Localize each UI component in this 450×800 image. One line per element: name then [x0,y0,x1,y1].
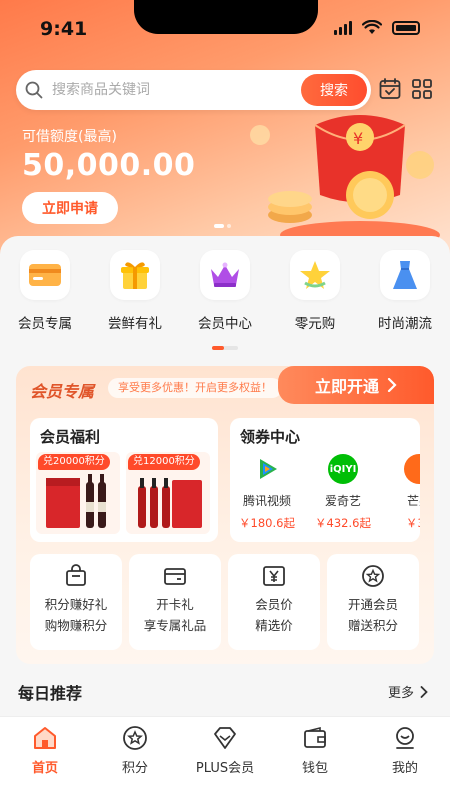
tab-plus-member[interactable]: PLUS会员 [180,717,270,800]
category-label: 会员专属 [18,316,72,332]
daily-more-link[interactable]: 更多 [388,682,428,701]
gift-box-icon [110,250,160,300]
battery-icon [392,20,420,35]
coupon-name: 腾讯视频 [242,494,291,508]
status-time: 9:41 [40,18,88,40]
category-row: 会员专属 尝鲜有礼 会员中心 零元购 时尚潮流 [0,250,450,340]
points-tag: 兑20000积分 [38,454,110,470]
more-label: 更多 [387,686,414,701]
category-fashion[interactable]: 时尚潮流 [360,250,450,340]
tab-profile[interactable]: 我的 [360,717,450,800]
welfare-item[interactable]: 兑12000积分 [126,452,210,534]
iqiyi-icon: iQIYI [328,454,358,484]
star-icon [290,250,340,300]
coupon-name: 芒果 [406,494,420,508]
category-member-exclusive[interactable]: 会员专属 [0,250,90,340]
benefit-line1: 积分赚好礼 [44,597,108,612]
tab-home[interactable]: 首页 [0,717,90,800]
welfare-title: 会员福利 [40,428,101,446]
benefit-line1: 开卡礼 [156,597,194,612]
benefit-line2: 享专属礼品 [143,618,207,633]
content-sheet: 会员专属 尝鲜有礼 会员中心 零元购 时尚潮流 会员专属 享受更多优惠！开启更多… [0,236,450,716]
member-section-title: 会员专属 [30,382,95,401]
apply-now-button[interactable]: 立即申请 [22,192,118,224]
category-label: 会员中心 [198,316,252,332]
category-try-new[interactable]: 尝鲜有礼 [90,250,180,340]
daily-recommend-title: 每日推荐 [18,684,83,703]
device-notch [134,0,318,34]
dress-icon [380,250,430,300]
benefit-line2: 精选价 [255,618,293,633]
hero-banner: 9:41 搜索 可借额度(最高) 50,000.00 立即申请 [0,0,450,270]
crown-icon [200,250,250,300]
category-member-center[interactable]: 会员中心 [180,250,270,340]
benefit-points-gift[interactable]: 积分赚好礼 购物赚积分 [30,554,122,650]
tab-label: 钱包 [301,761,328,776]
points-icon [123,726,147,750]
benefit-line2: 赠送积分 [347,618,398,633]
coupon-item[interactable]: iQIYI 爱奇艺 ￥432.6起 [308,454,378,531]
benefit-line1: 开通会员 [347,597,398,612]
yen-icon [263,566,285,586]
open-membership-button[interactable]: 立即开通 [278,366,434,404]
open-membership-label: 立即开通 [314,377,379,396]
card-icon [164,568,186,585]
benefit-line1: 会员价 [255,597,293,612]
coupon-item[interactable]: 腾讯视频 ￥180.6起 [232,454,302,531]
tencent-video-icon [252,454,282,484]
credit-amount: 50,000.00 [22,148,196,183]
category-scroll-indicator [212,346,238,350]
coupon-price: ￥432.6起 [315,516,371,530]
status-icons [334,20,420,35]
wallet-icon [304,726,326,748]
member-exclusive-card: 会员专属 享受更多优惠！开启更多权益！ 立即开通 会员福利 兑20000积分 兑… [16,366,434,664]
chevron-right-icon [387,378,397,392]
member-section-subtitle: 享受更多优惠！开启更多权益！ [108,378,282,398]
coupon-price: ￥34 [405,516,420,530]
diamond-icon [214,727,236,749]
wifi-icon [362,20,382,34]
home-icon [34,727,56,749]
benefit-card-gift[interactable]: 开卡礼 享专属礼品 [129,554,221,650]
search-icon [16,81,52,99]
category-zero-yuan[interactable]: 零元购 [270,250,360,340]
tab-label: PLUS会员 [195,761,255,776]
banner-pagination [214,224,231,228]
member-welfare-panel[interactable]: 会员福利 兑20000积分 兑12000积分 [30,418,218,542]
tab-points[interactable]: 积分 [90,717,180,800]
profile-icon [396,727,414,749]
star-badge-icon [362,565,384,587]
points-tag: 兑12000积分 [128,454,200,470]
benefit-line2: 购物赚积分 [44,618,108,633]
welfare-item[interactable]: 兑20000积分 [36,452,120,534]
mango-tv-icon [404,454,420,484]
category-label: 尝鲜有礼 [108,316,162,332]
coupon-item[interactable]: 芒果 ￥34 [384,454,420,531]
category-label: 时尚潮流 [378,316,432,332]
coupon-center-title: 领券中心 [240,428,301,446]
shopping-bag-icon [66,564,86,586]
chevron-right-icon [420,685,428,698]
benefit-member-price[interactable]: 会员价 精选价 [228,554,320,650]
signal-icon [334,20,352,35]
tab-label: 首页 [31,761,58,776]
coupon-center-panel[interactable]: 领券中心 腾讯视频 ￥180.6起 iQIYI 爱奇艺 ￥432.6起 芒果 ￥… [230,418,420,542]
bottom-tab-bar: 首页 积分 PLUS会员 钱包 我的 [0,716,450,800]
coupon-price: ￥180.6起 [239,516,295,530]
tab-wallet[interactable]: 钱包 [270,717,360,800]
tab-label: 我的 [391,761,418,776]
tab-label: 积分 [121,761,148,776]
coupon-name: 爱奇艺 [324,494,361,508]
category-label: 零元购 [294,316,336,332]
benefit-open-membership[interactable]: 开通会员 赠送积分 [327,554,419,650]
svg-text:¥: ¥ [353,129,363,148]
credit-label: 可借额度(最高) [22,129,117,145]
member-card-icon [20,250,70,300]
